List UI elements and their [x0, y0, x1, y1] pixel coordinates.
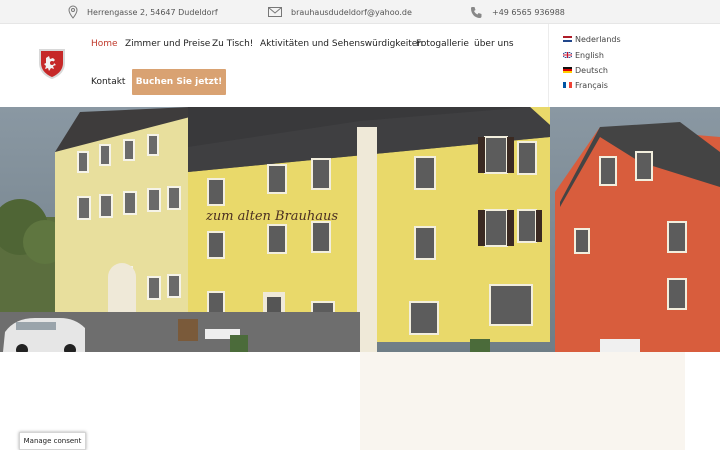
email-item[interactable]: brauhausdudeldorf@yahoo.de [268, 0, 412, 24]
nav-activities[interactable]: Aktivitäten und Sehenswürdigkeiten [260, 38, 423, 50]
manage-consent-button[interactable]: Manage consent [19, 432, 86, 450]
nav-contact[interactable]: Kontakt [91, 76, 125, 88]
site-header: Home Zimmer und Preise Zu Tisch! Aktivit… [0, 24, 720, 107]
hotel-building-illustration: zum alten Brauhaus [0, 107, 720, 352]
netherlands-flag-icon [563, 36, 572, 42]
top-info-bar: Herrengasse 2, 54647 Dudeldorf brauhausd… [0, 0, 720, 24]
lang-dutch[interactable]: Nederlands [563, 33, 621, 45]
nav-dining[interactable]: Zu Tisch! [212, 38, 253, 50]
lang-english[interactable]: English [563, 49, 604, 61]
france-flag-icon [563, 82, 572, 88]
coat-of-arms-logo[interactable] [38, 48, 66, 80]
lang-english-label[interactable]: English [575, 51, 604, 60]
nav-about[interactable]: über uns [474, 38, 514, 50]
content-panel [360, 352, 685, 450]
lang-german[interactable]: Deutsch [563, 64, 608, 76]
hero-sign-text: zum alten Brauhaus [205, 209, 338, 224]
lang-french-label[interactable]: Français [575, 81, 608, 90]
nav-gallery[interactable]: Fotogallerie [416, 38, 469, 50]
hero-image: zum alten Brauhaus [0, 107, 720, 352]
book-now-button[interactable]: Buchen Sie jetzt! [132, 69, 226, 95]
nav-home[interactable]: Home [91, 38, 118, 50]
phone-link[interactable]: +49 6565 936988 [492, 8, 565, 17]
email-link[interactable]: brauhausdudeldorf@yahoo.de [291, 8, 412, 17]
phone-icon [471, 6, 482, 18]
lang-dutch-label[interactable]: Nederlands [575, 35, 621, 44]
uk-flag-icon [563, 52, 572, 58]
address-item: Herrengasse 2, 54647 Dudeldorf [68, 0, 218, 24]
germany-flag-icon [563, 67, 572, 73]
address-text: Herrengasse 2, 54647 Dudeldorf [87, 7, 218, 17]
phone-item[interactable]: +49 6565 936988 [470, 0, 565, 24]
envelope-icon [268, 7, 282, 17]
nav-rooms-prices[interactable]: Zimmer und Preise [125, 38, 210, 50]
lang-german-label[interactable]: Deutsch [575, 66, 608, 75]
header-divider [548, 24, 549, 107]
lang-french[interactable]: Français [563, 79, 608, 91]
map-pin-icon [68, 5, 78, 19]
